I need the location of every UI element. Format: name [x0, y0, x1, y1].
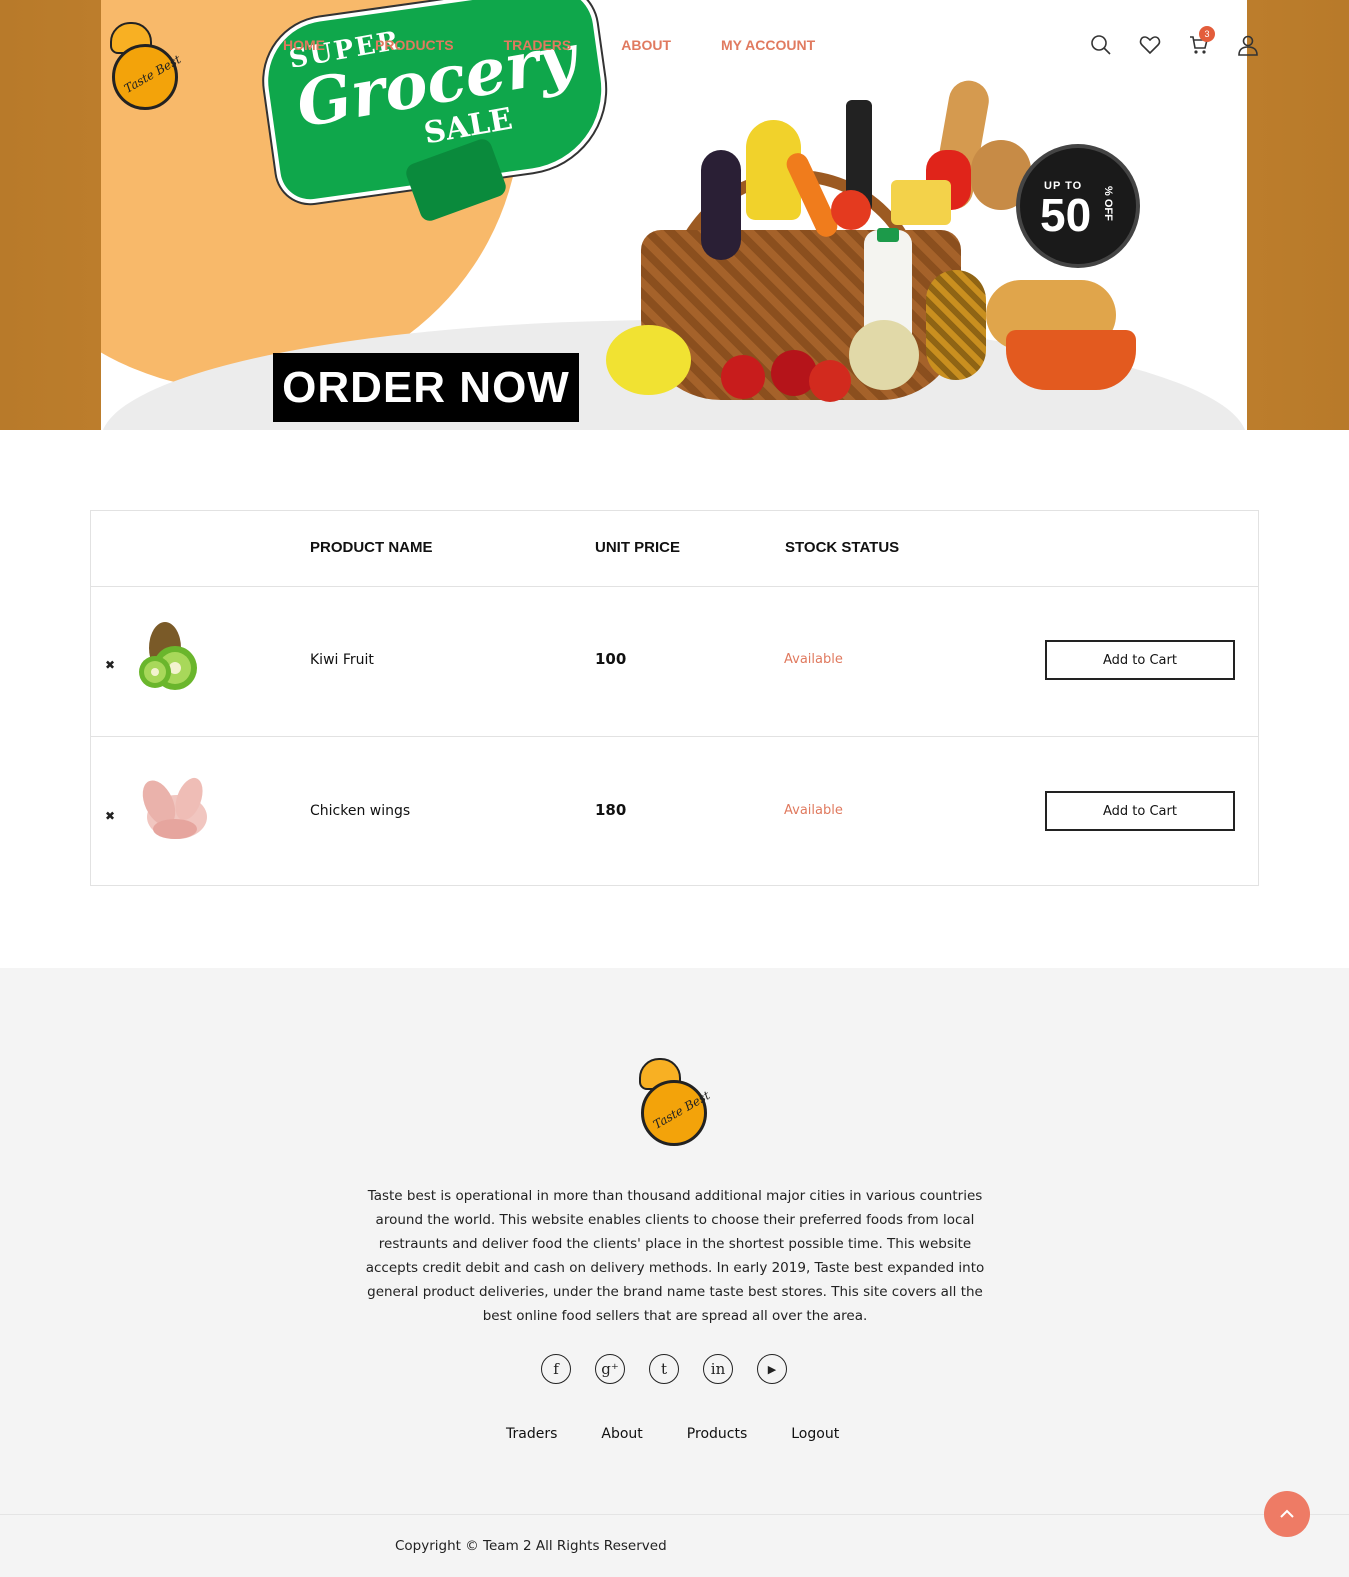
- chevron-up-icon: [1280, 1509, 1294, 1518]
- logo-plate: Taste Best: [641, 1080, 712, 1146]
- social-links: f g⁺ t in ▶: [541, 1354, 811, 1384]
- logo[interactable]: Taste Best: [108, 22, 183, 112]
- chicken-wings-image: [131, 759, 215, 855]
- cart-count-badge: 3: [1199, 26, 1215, 42]
- product-name[interactable]: Chicken wings: [310, 803, 410, 819]
- stock-status: Available: [784, 652, 843, 667]
- header-stock-status: STOCK STATUS: [785, 539, 900, 556]
- footer-link-products[interactable]: Products: [687, 1426, 747, 1442]
- order-now-button[interactable]: ORDER NOW: [273, 353, 579, 422]
- nav-about[interactable]: ABOUT: [621, 37, 671, 53]
- footer-description: Taste best is operational in more than t…: [365, 1188, 985, 1324]
- nav-home[interactable]: HOME: [283, 37, 325, 53]
- main-nav: HOME PRODUCTS TRADERS ABOUT MY ACCOUNT: [283, 37, 865, 53]
- header-unit-price: UNIT PRICE: [595, 539, 681, 556]
- remove-icon[interactable]: ✖: [105, 658, 115, 672]
- youtube-icon[interactable]: ▶: [757, 1354, 787, 1384]
- stock-status: Available: [784, 803, 843, 818]
- hero-image: SUPER Grocery SALE ORDER NOW UP TO 50 % …: [101, 0, 1247, 430]
- hero-banner: SUPER Grocery SALE ORDER NOW UP TO 50 % …: [0, 0, 1349, 430]
- footer-link-logout[interactable]: Logout: [791, 1426, 839, 1442]
- lemon: [606, 325, 691, 395]
- footer-logo[interactable]: Taste Best: [637, 1058, 712, 1148]
- cheese: [891, 180, 951, 225]
- linkedin-icon[interactable]: in: [703, 1354, 733, 1384]
- add-to-cart-button[interactable]: Add to Cart: [1045, 640, 1235, 680]
- header-icons: 3: [1090, 26, 1286, 56]
- footer-divider: [0, 1514, 1349, 1515]
- table-header: PRODUCT NAME UNIT PRICE STOCK STATUS: [91, 511, 1258, 587]
- google-plus-icon[interactable]: g⁺: [595, 1354, 625, 1384]
- product-name[interactable]: Kiwi Fruit: [310, 652, 374, 668]
- add-to-cart-button[interactable]: Add to Cart: [1045, 791, 1235, 831]
- milk-bottle-cap: [877, 228, 899, 242]
- tomato: [831, 190, 871, 230]
- remove-icon[interactable]: ✖: [105, 809, 115, 823]
- footer-link-about[interactable]: About: [601, 1426, 642, 1442]
- logo-plate: Taste Best: [112, 44, 183, 110]
- logo-text: Taste Best: [650, 1088, 713, 1132]
- facebook-icon[interactable]: f: [541, 1354, 571, 1384]
- table-row: ✖ Kiwi Fruit 100 Available Add to Cart: [91, 586, 1258, 737]
- nav-products[interactable]: PRODUCTS: [375, 37, 454, 53]
- wishlist-table: PRODUCT NAME UNIT PRICE STOCK STATUS ✖ K…: [90, 510, 1259, 886]
- tumblr-icon[interactable]: t: [649, 1354, 679, 1384]
- nav-my-account[interactable]: MY ACCOUNT: [721, 37, 815, 53]
- footer-nav: Traders About Products Logout: [506, 1426, 883, 1442]
- kiwi-image: [131, 608, 215, 704]
- nav-traders[interactable]: TRADERS: [504, 37, 572, 53]
- unit-price: 100: [595, 650, 627, 668]
- pineapple: [926, 270, 986, 380]
- badge-value: 50: [1040, 189, 1092, 241]
- footer: Taste Best Taste best is operational in …: [0, 968, 1349, 1577]
- scroll-to-top-button[interactable]: [1264, 1491, 1310, 1537]
- footer-link-traders[interactable]: Traders: [506, 1426, 557, 1442]
- unit-price: 180: [595, 801, 627, 819]
- melon: [849, 320, 919, 390]
- orange-basket: [1006, 330, 1136, 390]
- apple-1: [721, 355, 765, 399]
- discount-badge: UP TO 50 % OFF: [1020, 148, 1136, 264]
- logo-text: Taste Best: [121, 52, 184, 96]
- heart-icon[interactable]: [1139, 34, 1161, 56]
- user-icon[interactable]: [1237, 34, 1259, 56]
- badge-suffix: % OFF: [1102, 186, 1114, 221]
- apple-3: [809, 360, 851, 402]
- header-product-name: PRODUCT NAME: [310, 539, 433, 556]
- cart-icon[interactable]: 3: [1188, 26, 1215, 56]
- copyright-text: Copyright © Team 2 All Rights Reserved: [395, 1538, 667, 1554]
- table-row: ✖ Chicken wings 180 Available Add to Car…: [91, 737, 1258, 887]
- search-icon[interactable]: [1090, 34, 1112, 56]
- eggplant: [701, 150, 741, 260]
